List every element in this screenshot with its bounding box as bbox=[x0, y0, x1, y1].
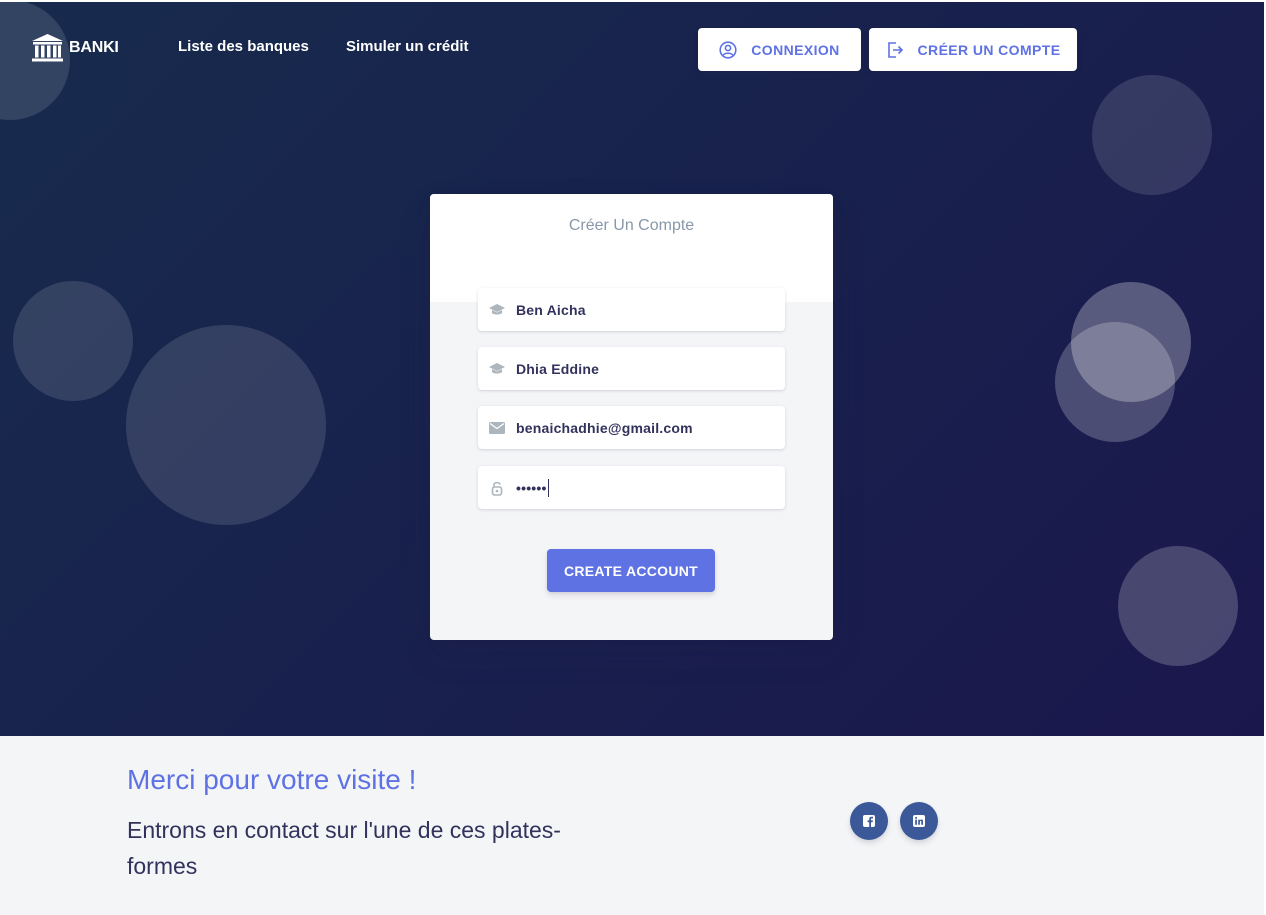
facebook-icon bbox=[863, 815, 875, 827]
footer: Merci pour votre visite ! Entrons en con… bbox=[0, 736, 1264, 915]
hat-icon bbox=[478, 303, 516, 317]
first-name-value: Dhia Eddine bbox=[516, 360, 600, 377]
facebook-button[interactable] bbox=[850, 802, 888, 840]
text-cursor bbox=[547, 478, 549, 497]
nav-link-banks[interactable]: Liste des banques bbox=[178, 38, 309, 55]
create-account-button[interactable]: CREATE ACCOUNT bbox=[547, 549, 715, 592]
bank-icon bbox=[32, 34, 63, 62]
brand-name: BANKI bbox=[69, 39, 119, 56]
form-title: Créer Un Compte bbox=[568, 217, 695, 234]
decorative-circle bbox=[1118, 546, 1238, 666]
email-value: benaichadhie@gmail.com bbox=[516, 419, 693, 436]
register-card: Créer Un Compte Ben Aicha Dhia Eddine be… bbox=[430, 194, 833, 640]
last-name-value: Ben Aicha bbox=[516, 301, 586, 318]
linkedin-button[interactable] bbox=[900, 802, 938, 840]
login-button[interactable]: CONNEXION bbox=[698, 28, 861, 71]
decorative-circle bbox=[1092, 75, 1212, 195]
sign-out-icon bbox=[887, 41, 903, 58]
decorative-circle bbox=[1055, 322, 1175, 442]
footer-title: Merci pour votre visite ! bbox=[127, 764, 417, 795]
user-circle-icon bbox=[719, 40, 737, 59]
brand-logo[interactable]: BANKI bbox=[31, 33, 119, 63]
register-button[interactable]: CRÉER UN COMPTE bbox=[869, 28, 1077, 71]
password-value: •••••• bbox=[516, 479, 547, 496]
linkedin-icon bbox=[913, 815, 925, 827]
decorative-circle bbox=[126, 325, 326, 525]
nav-link-credit-simulator[interactable]: Simuler un crédit bbox=[346, 38, 469, 55]
register-button-label: CRÉER UN COMPTE bbox=[917, 41, 1061, 58]
decorative-circle bbox=[13, 281, 133, 401]
last-name-field[interactable]: Ben Aicha bbox=[478, 288, 785, 331]
email-field[interactable]: benaichadhie@gmail.com bbox=[478, 406, 785, 449]
footer-subtitle: Entrons en contact sur l'une de ces plat… bbox=[127, 817, 561, 879]
hat-icon bbox=[478, 362, 516, 376]
card-header: Créer Un Compte bbox=[430, 194, 833, 302]
lock-icon bbox=[478, 480, 516, 496]
login-button-label: CONNEXION bbox=[751, 41, 840, 58]
first-name-field[interactable]: Dhia Eddine bbox=[478, 347, 785, 390]
email-icon bbox=[478, 421, 516, 434]
password-field[interactable]: •••••• bbox=[478, 466, 785, 509]
